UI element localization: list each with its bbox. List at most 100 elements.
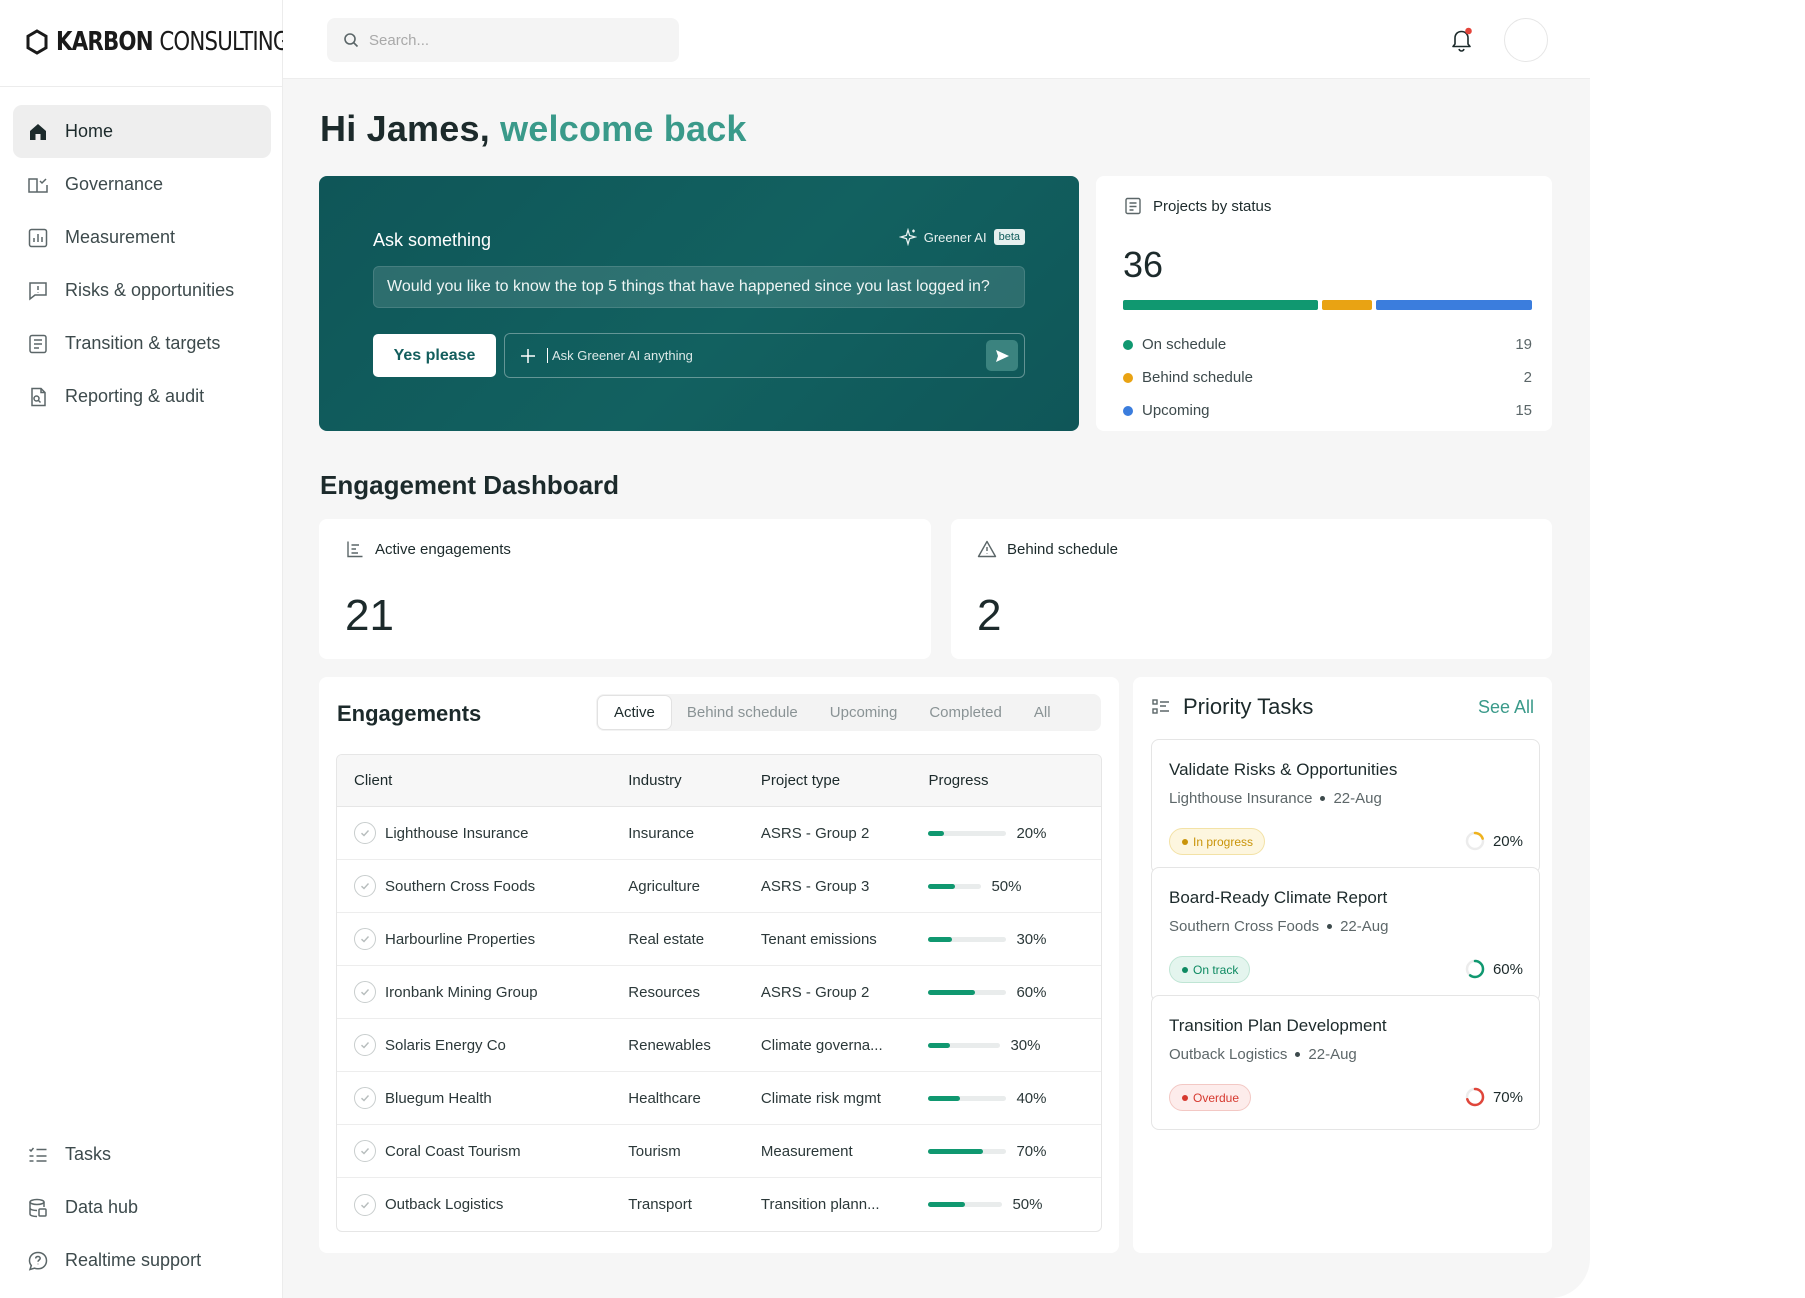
progress-fill bbox=[928, 1095, 960, 1101]
main-content: Hi James, welcome back Ask something Gre… bbox=[283, 0, 1590, 1298]
table-row[interactable]: Harbourline Properties Real estate Tenant … bbox=[337, 913, 1101, 966]
status-row-behind-schedule: Behind schedule 2 bbox=[1123, 361, 1532, 394]
cell-client: Coral Coast Tourism bbox=[337, 1140, 628, 1162]
sidebar-item-label: Home bbox=[65, 121, 114, 141]
tab-all[interactable]: All bbox=[1018, 696, 1067, 729]
table-row[interactable]: Southern Cross Foods Agriculture ASRS - Gr… bbox=[337, 860, 1101, 913]
active-engagements-card[interactable]: Active engagements 21 bbox=[319, 519, 931, 659]
table-row[interactable]: Ironbank Mining Group Resources ASRS - Gro… bbox=[337, 966, 1101, 1019]
sidebar-item-risks[interactable]: Risks & opportunities bbox=[13, 264, 271, 317]
status-count: 2 bbox=[1523, 369, 1532, 386]
status-row-upcoming: Upcoming 15 bbox=[1123, 394, 1532, 427]
table-row[interactable]: Outback Logistics Transport Transition pla… bbox=[337, 1178, 1101, 1231]
search-box[interactable] bbox=[327, 18, 679, 62]
send-button[interactable] bbox=[986, 340, 1018, 371]
sidebar-item-label: Tasks bbox=[65, 1144, 112, 1164]
column-header-client[interactable]: Client bbox=[337, 772, 628, 789]
user-avatar[interactable] bbox=[1504, 18, 1548, 62]
book-check-icon bbox=[28, 177, 48, 193]
kpi-label: Active engagements bbox=[375, 540, 511, 558]
task-client: Southern Cross Foods bbox=[1169, 918, 1320, 935]
task-status-badge: In progress bbox=[1169, 828, 1266, 855]
sidebar-item-transition[interactable]: Transition & targets bbox=[13, 317, 271, 370]
engagement-tabs: Active Behind schedule Upcoming Complete… bbox=[596, 694, 1101, 731]
sidebar-item-label: Measurement bbox=[65, 227, 176, 247]
table-row[interactable]: Lighthouse Insurance Insurance ASRS - Grou… bbox=[337, 807, 1101, 860]
row-check-circle[interactable] bbox=[354, 1034, 376, 1056]
tab-active[interactable]: Active bbox=[598, 696, 671, 729]
row-check-circle[interactable] bbox=[354, 1140, 376, 1162]
projects-total: 36 bbox=[1123, 244, 1164, 285]
task-card[interactable]: Board-Ready Climate Report Southern Cross… bbox=[1151, 867, 1540, 1002]
cell-progress: 50% bbox=[928, 1196, 1101, 1213]
check-icon bbox=[361, 1095, 370, 1102]
progress-track bbox=[928, 1148, 1007, 1154]
status-bar-segment bbox=[1322, 300, 1373, 310]
column-header-project-type[interactable]: Project type bbox=[761, 772, 929, 789]
sidebar-item-data-hub[interactable]: Data hub bbox=[13, 1181, 271, 1234]
row-check-circle[interactable] bbox=[354, 1193, 376, 1216]
page-greeting: Hi James, welcome back bbox=[320, 108, 747, 149]
sidebar-item-governance[interactable]: Governance bbox=[13, 158, 271, 211]
row-check-circle[interactable] bbox=[354, 928, 376, 950]
sidebar-item-label: Realtime support bbox=[65, 1250, 202, 1270]
sidebar-item-tasks[interactable]: Tasks bbox=[13, 1128, 271, 1181]
task-meta: Southern Cross Foods 22-Aug bbox=[1169, 918, 1388, 935]
check-icon bbox=[361, 936, 370, 943]
client-name: Bluegum Health bbox=[385, 1089, 492, 1107]
column-header-industry[interactable]: Industry bbox=[628, 772, 761, 789]
ai-prompt-input[interactable] bbox=[547, 348, 967, 363]
cell-client: Ironbank Mining Group bbox=[337, 981, 628, 1003]
status-label: Upcoming bbox=[1142, 402, 1210, 419]
sidebar-divider bbox=[0, 86, 283, 87]
sidebar-item-realtime-support[interactable]: Realtime support bbox=[13, 1234, 271, 1287]
status-row-on-schedule: On schedule 19 bbox=[1123, 328, 1532, 361]
sidebar: KARBON CONSULTING Home Governance Measur… bbox=[0, 0, 289, 1298]
progress-percent: 30% bbox=[1010, 1036, 1041, 1054]
row-check-circle[interactable] bbox=[354, 875, 376, 897]
file-search-icon bbox=[31, 387, 46, 406]
task-title: Validate Risks & Opportunities bbox=[1169, 760, 1398, 779]
status-bar-segment bbox=[1376, 300, 1532, 310]
ai-brand-label: Greener AI bbox=[923, 229, 987, 245]
task-meta: Outback Logistics 22-Aug bbox=[1169, 1046, 1357, 1063]
column-header-progress[interactable]: Progress bbox=[928, 772, 1101, 789]
priority-tasks-title: Priority Tasks bbox=[1183, 694, 1314, 719]
task-progress: 70% bbox=[1464, 1086, 1523, 1108]
sidebar-item-reporting[interactable]: Reporting & audit bbox=[13, 370, 271, 423]
task-status-label: Overdue bbox=[1193, 1090, 1240, 1105]
warning-icon bbox=[977, 540, 997, 558]
engagements-card: Engagements Active Behind schedule Upcom… bbox=[319, 677, 1119, 1253]
sidebar-item-measurement[interactable]: Measurement bbox=[13, 211, 271, 264]
cell-project-type: Tenant emissions bbox=[760, 930, 877, 948]
yes-please-button[interactable]: Yes please bbox=[373, 334, 496, 377]
sidebar-item-label: Reporting & audit bbox=[65, 386, 205, 406]
client-name: Southern Cross Foods bbox=[385, 877, 536, 895]
row-check-circle[interactable] bbox=[354, 1087, 376, 1109]
task-card[interactable]: Transition Plan Development Outback Logis… bbox=[1151, 995, 1540, 1130]
table-row[interactable]: Bluegum Health Healthcare Climate risk mgm… bbox=[337, 1072, 1101, 1125]
row-check-circle[interactable] bbox=[354, 822, 376, 844]
status-dot bbox=[1182, 838, 1188, 845]
tab-behind-schedule[interactable]: Behind schedule bbox=[671, 696, 814, 729]
cell-project-type: Climate governa... bbox=[760, 1036, 883, 1054]
behind-schedule-card[interactable]: Behind schedule 2 bbox=[951, 519, 1552, 659]
status-label: On schedule bbox=[1142, 336, 1227, 353]
row-check-circle[interactable] bbox=[354, 981, 376, 1003]
see-all-link[interactable]: See All bbox=[1478, 697, 1534, 718]
tab-upcoming[interactable]: Upcoming bbox=[814, 696, 914, 729]
task-card[interactable]: Validate Risks & Opportunities Lighthouse… bbox=[1151, 739, 1540, 874]
cell-industry: Agriculture bbox=[628, 877, 700, 895]
ai-input-box[interactable] bbox=[504, 333, 1025, 378]
cell-industry: Renewables bbox=[628, 1036, 711, 1054]
notification-bell-icon[interactable] bbox=[1449, 26, 1475, 54]
table-row[interactable]: Solaris Energy Co Renewables Climate gover… bbox=[337, 1019, 1101, 1072]
search-input[interactable] bbox=[369, 31, 649, 49]
table-row[interactable]: Coral Coast Tourism Tourism Measurement 70% bbox=[337, 1125, 1101, 1178]
sidebar-item-home[interactable]: Home bbox=[13, 105, 271, 158]
task-date: 22-Aug bbox=[1333, 790, 1382, 807]
plus-icon[interactable] bbox=[519, 347, 537, 365]
task-status-label: On track bbox=[1193, 962, 1239, 977]
client-name: Lighthouse Insurance bbox=[385, 824, 529, 842]
tab-completed[interactable]: Completed bbox=[913, 696, 1018, 729]
